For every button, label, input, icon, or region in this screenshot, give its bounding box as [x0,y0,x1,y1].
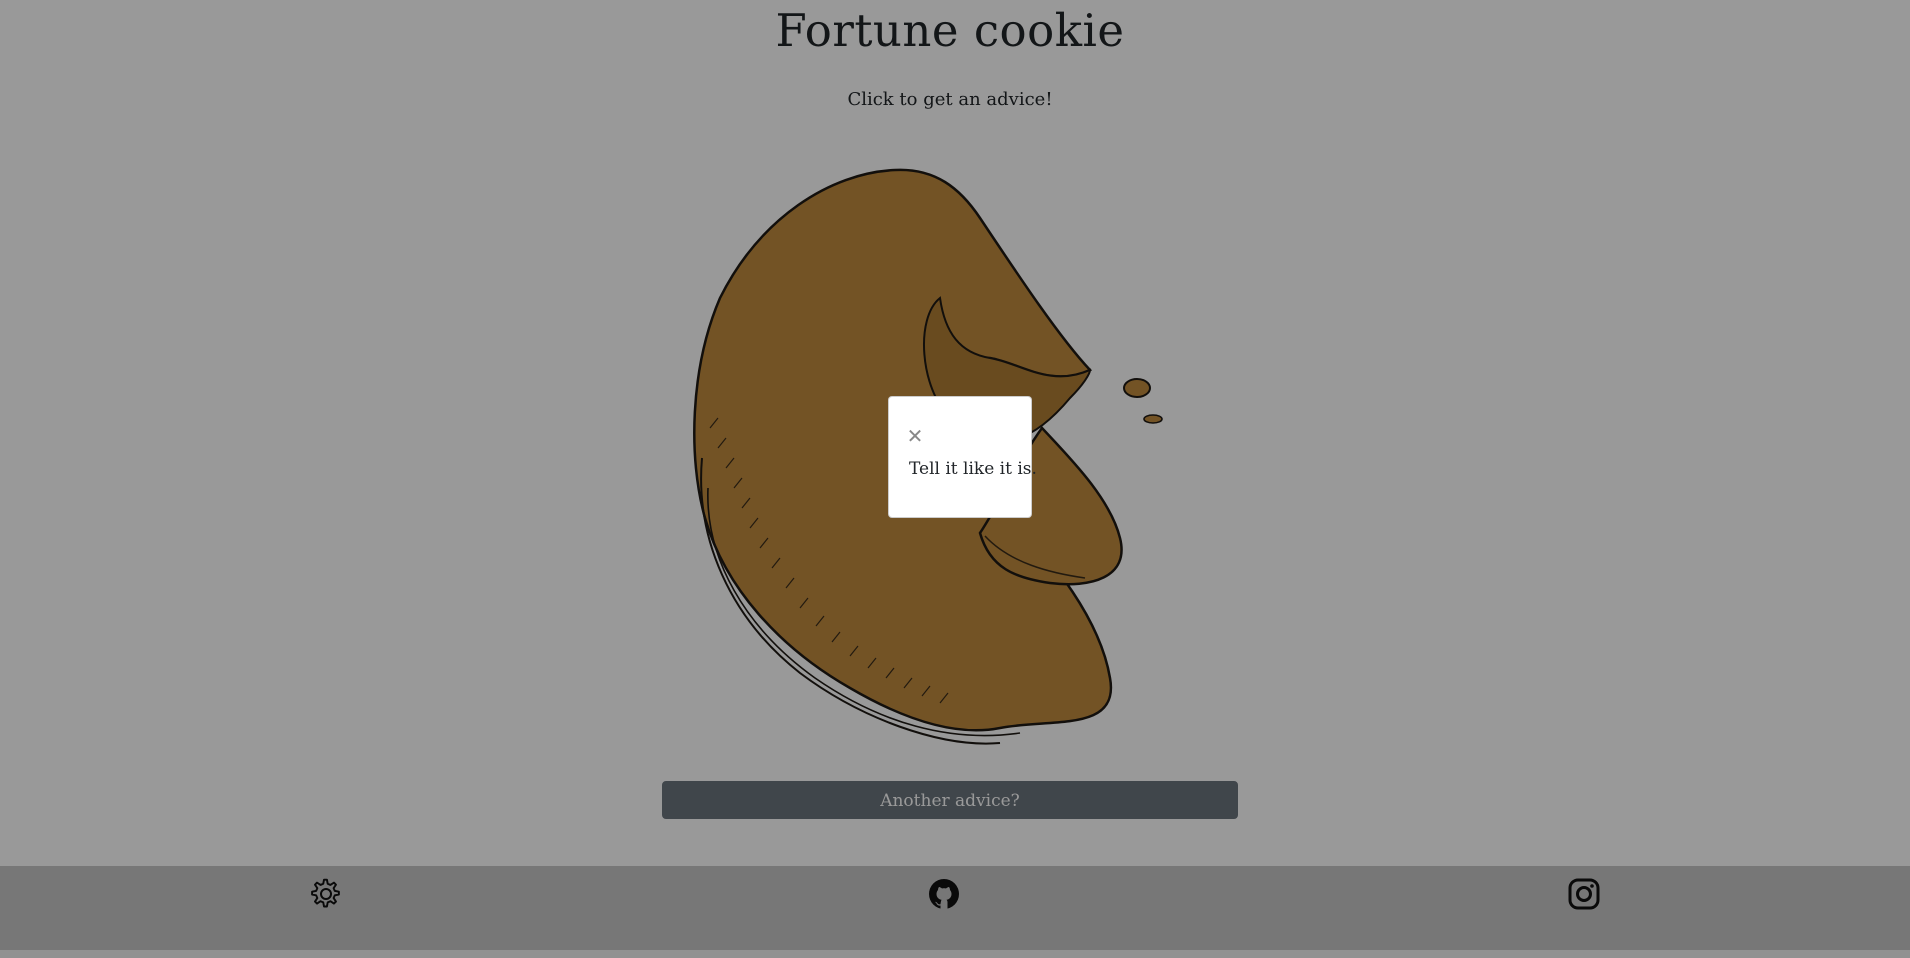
close-icon[interactable]: ✕ [906,426,924,446]
advice-modal: ✕ Tell it like it is. [888,396,1037,518]
page: Fortune cookie Click to get an advice! A… [0,0,1910,958]
advice-text: Tell it like it is. [909,459,1037,479]
